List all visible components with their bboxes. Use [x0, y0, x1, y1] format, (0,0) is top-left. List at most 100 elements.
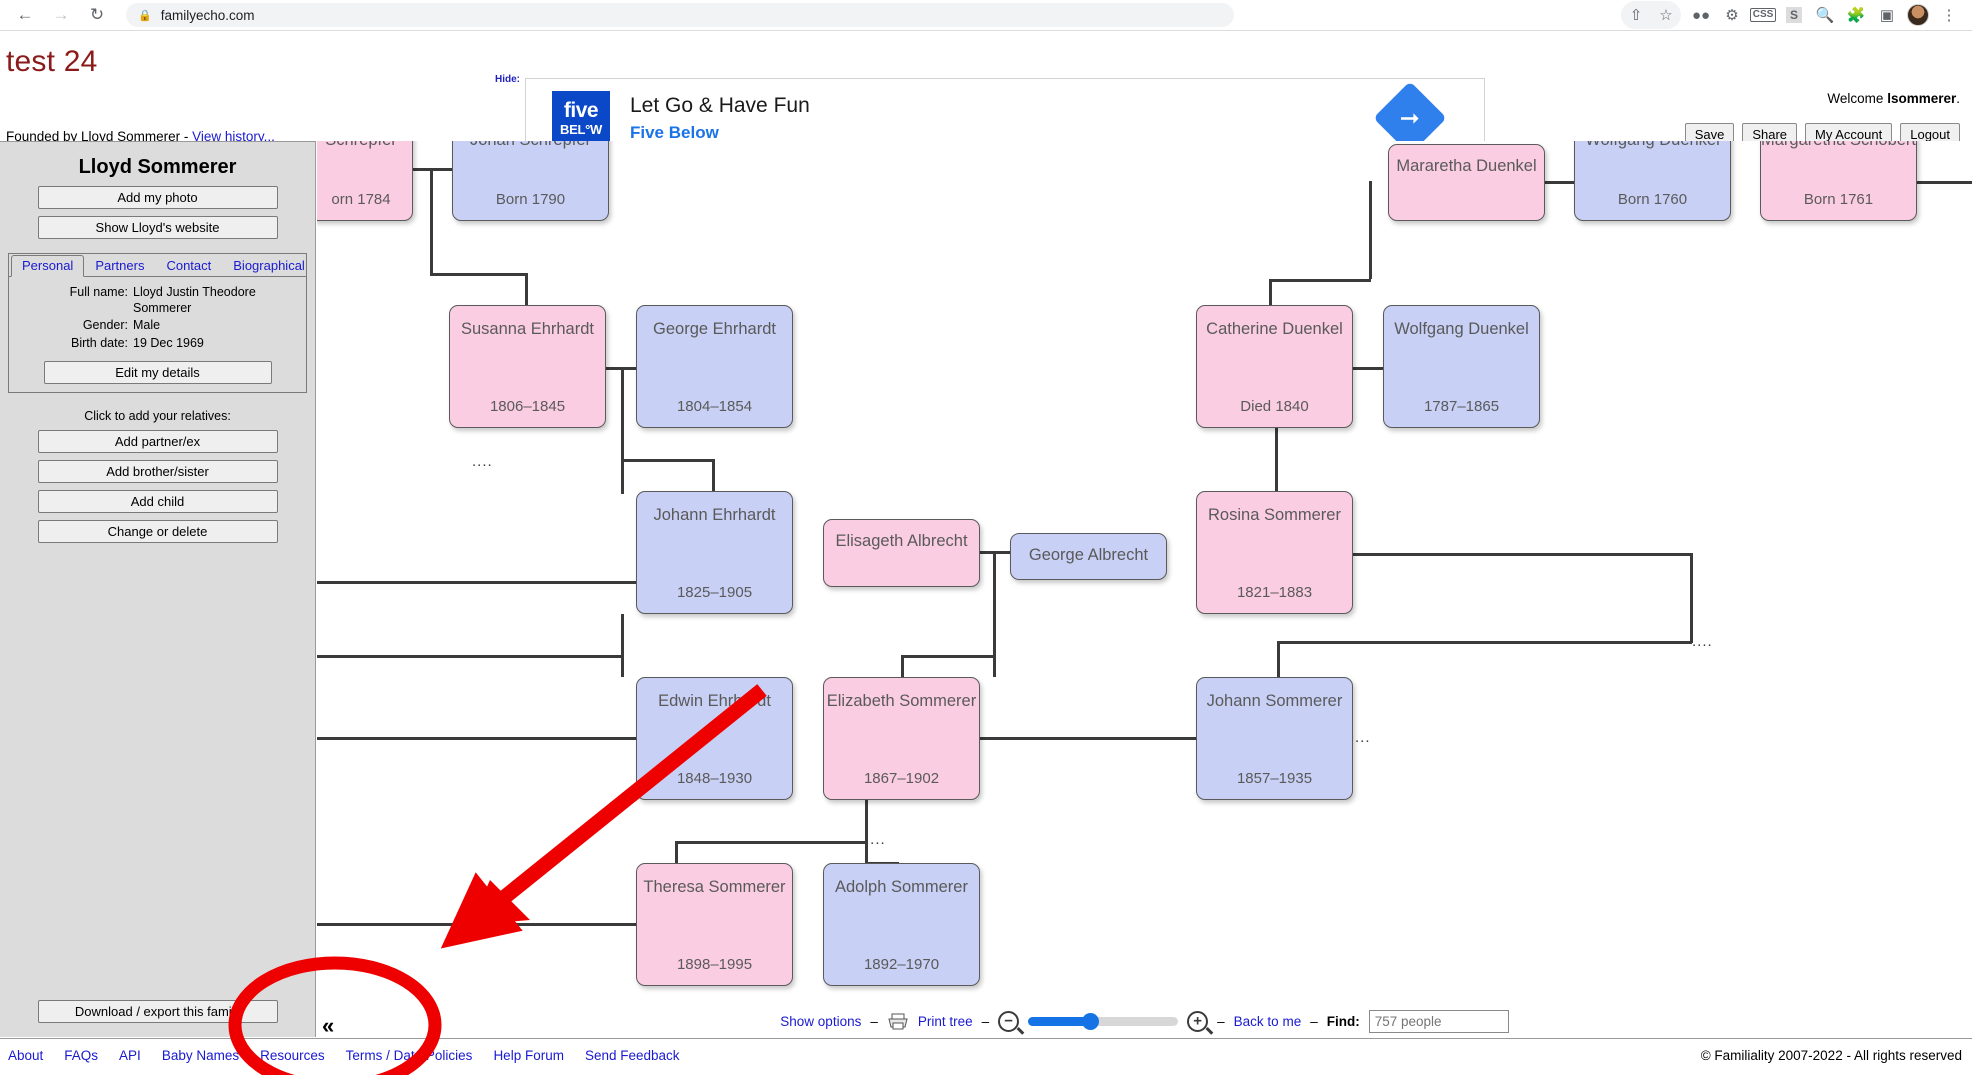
tree-node-n_edwin_ehrhardt[interactable]: Edwin Ehrhardt 1848–1930 [636, 677, 793, 800]
tab-personal[interactable]: Personal [11, 255, 85, 277]
tree-node-name: Johan Schrepfer [453, 141, 608, 150]
tree-node-n_elisageth_albrecht[interactable]: Elisageth Albrecht [823, 519, 980, 587]
tree-ellipsis: .... [1692, 633, 1713, 650]
back-to-me-link[interactable]: Back to me [1234, 1014, 1302, 1029]
edit-details-button[interactable]: Edit my details [43, 360, 272, 384]
footer-link-terms[interactable]: Terms / Data Policies [346, 1048, 473, 1063]
tree-ellipsis: .... [865, 831, 886, 848]
download-export-button[interactable]: Download / export this family [38, 1000, 278, 1023]
tree-connector [413, 168, 453, 171]
toolbar-separator: – [981, 1013, 990, 1029]
ad-hide-label[interactable]: Hide: [495, 74, 520, 85]
change-or-delete-button[interactable]: Change or delete [37, 519, 278, 543]
gear-icon[interactable]: ⚙ [1717, 1, 1747, 29]
tree-connector [1277, 641, 1692, 644]
address-bar[interactable]: 🔒 familyecho.com [126, 3, 1234, 27]
css-extension-icon[interactable]: CSS [1748, 1, 1778, 29]
tree-node-n_rosina_sommerer[interactable]: Rosina Sommerer 1821–1883 [1196, 491, 1353, 614]
tree-node-n_schrepfer_f[interactable]: Schrepfer orn 1784 [317, 141, 413, 221]
person-sidebar: Lloyd Sommerer Add my photo Show Lloyd's… [0, 141, 316, 1037]
s-extension-label: S [1785, 7, 1802, 23]
footer-link-baby-names[interactable]: Baby Names [162, 1048, 239, 1063]
s-extension-icon[interactable]: S [1779, 1, 1809, 29]
puzzle-extensions-icon[interactable]: 🧩 [1841, 1, 1871, 29]
tree-node-n_elizabeth_sommerer[interactable]: Elizabeth Sommerer 1867–1902 [823, 677, 980, 800]
tree-node-n_johan_schrepfer[interactable]: Johan Schrepfer Born 1790 [452, 141, 609, 221]
tree-connector [317, 737, 637, 740]
tree-node-dates: 1867–1902 [863, 769, 940, 787]
tab-biographical[interactable]: Biographical [222, 255, 316, 276]
footer-link-about[interactable]: About [8, 1048, 43, 1063]
search-input[interactable] [1368, 1009, 1509, 1033]
printer-icon[interactable] [887, 1013, 909, 1030]
add-photo-button[interactable]: Add my photo [37, 186, 278, 209]
tree-node-name: Wolfgang Duenkel [1575, 141, 1730, 150]
tab-contact[interactable]: Contact [155, 255, 222, 276]
tree-connector [317, 923, 637, 926]
footer-link-help-forum[interactable]: Help Forum [493, 1048, 564, 1063]
zoom-slider-handle[interactable] [1082, 1012, 1100, 1030]
tree-node-n_catherine_duenkel[interactable]: Catherine Duenkel Died 1840 [1196, 305, 1353, 428]
alt-search-icon[interactable]: 🔍 [1810, 1, 1840, 29]
star-icon[interactable]: ☆ [1651, 1, 1681, 29]
tree-node-dates: 1787–1865 [1423, 397, 1500, 415]
tree-node-dates: Born 1761 [1803, 190, 1874, 208]
tree-node-n_wolfgang_duenkel[interactable]: Wolfgang Duenkel 1787–1865 [1383, 305, 1540, 428]
back-arrow-icon[interactable]: ← [10, 0, 40, 30]
footer-link-resources[interactable]: Resources [260, 1048, 325, 1063]
kebab-menu-icon[interactable]: ⋮ [1934, 1, 1964, 29]
tab-partners[interactable]: Partners [84, 255, 155, 276]
footer-link-api[interactable]: API [119, 1048, 141, 1063]
share-icon[interactable]: ⇧ [1621, 1, 1651, 29]
tree-node-name: Schrepfer [317, 141, 412, 150]
tree-connector [621, 459, 713, 462]
tree-node-dates: Born 1760 [1617, 190, 1688, 208]
tree-node-n_margaretha_schobert[interactable]: Margaretha Schobert Born 1761 [1760, 141, 1917, 221]
forward-arrow-icon[interactable]: → [46, 0, 76, 30]
tree-node-name: Elisageth Albrecht [835, 532, 968, 550]
tree-node-name: Edwin Ehrhardt [658, 692, 771, 710]
tree-ellipsis: ... [1355, 729, 1371, 746]
tree-node-n_george_ehrhardt[interactable]: George Ehrhardt 1804–1854 [636, 305, 793, 428]
tree-node-n_mararetha_duenkel[interactable]: Mararetha Duenkel [1388, 144, 1545, 221]
tree-node-n_wolfgang_duenkel_sr[interactable]: Wolfgang Duenkel Born 1760 [1574, 141, 1731, 221]
tree-node-n_theresa_sommerer[interactable]: Theresa Sommerer 1898–1995 [636, 863, 793, 986]
add-partner-button[interactable]: Add partner/ex [37, 429, 278, 453]
tree-toolbar: Show options – Print tree – − + – Back t… [317, 1005, 1972, 1037]
zoom-in-icon[interactable]: + [1187, 1010, 1209, 1032]
dual-dot-extension-icon[interactable]: ●● [1686, 1, 1716, 29]
zoom-out-icon[interactable]: − [998, 1010, 1020, 1032]
toolbar-separator: – [1310, 1013, 1318, 1029]
tree-node-n_adolph_sommerer[interactable]: Adolph Sommerer 1892–1970 [823, 863, 980, 986]
reload-icon[interactable]: ↻ [82, 0, 112, 30]
tree-node-n_susanna_ehrhardt[interactable]: Susanna Ehrhardt 1806–1845 [449, 305, 606, 428]
sidepanel-icon[interactable]: ▣ [1872, 1, 1902, 29]
field-full-name-value: Lloyd Justin Theodore Sommerer [133, 285, 256, 315]
tree-node-name: Mararetha Duenkel [1396, 157, 1537, 175]
lock-icon: 🔒 [138, 9, 152, 22]
tree-connector [1269, 279, 1272, 307]
print-tree-link[interactable]: Print tree [918, 1014, 973, 1029]
show-website-button[interactable]: Show Lloyd's website [37, 216, 278, 239]
footer-link-send-feedback[interactable]: Send Feedback [585, 1048, 680, 1063]
family-tree-canvas[interactable]: .... .... .... ... Schrepfer orn 1784 Joha… [317, 141, 1972, 1011]
ad-logo-line2: BEL°W [560, 122, 602, 137]
copyright-text: © Familiality 2007-2022 - All rights res… [1700, 1048, 1962, 1063]
tree-connector [621, 614, 624, 677]
zoom-slider[interactable] [1028, 1012, 1179, 1030]
tree-connector [430, 273, 528, 276]
tree-node-n_george_albrecht[interactable]: George Albrecht [1010, 533, 1167, 580]
address-bar-url: familyecho.com [160, 7, 255, 23]
show-options-link[interactable]: Show options [780, 1014, 861, 1029]
tree-node-n_johann_sommerer[interactable]: Johann Sommerer 1857–1935 [1196, 677, 1353, 800]
add-sibling-button[interactable]: Add brother/sister [37, 459, 278, 483]
tree-node-name: Elizabeth Sommerer [826, 692, 977, 710]
add-child-button[interactable]: Add child [37, 489, 278, 513]
footer-link-faqs[interactable]: FAQs [64, 1048, 98, 1063]
welcome-prefix: Welcome [1827, 91, 1888, 106]
ad-advertiser[interactable]: Five Below [630, 123, 810, 143]
tree-node-n_johann_ehrhardt[interactable]: Johann Ehrhardt 1825–1905 [636, 491, 793, 614]
tree-node-dates: 1806–1845 [489, 397, 566, 415]
avatar[interactable] [1903, 1, 1933, 29]
tree-connector [430, 168, 433, 273]
